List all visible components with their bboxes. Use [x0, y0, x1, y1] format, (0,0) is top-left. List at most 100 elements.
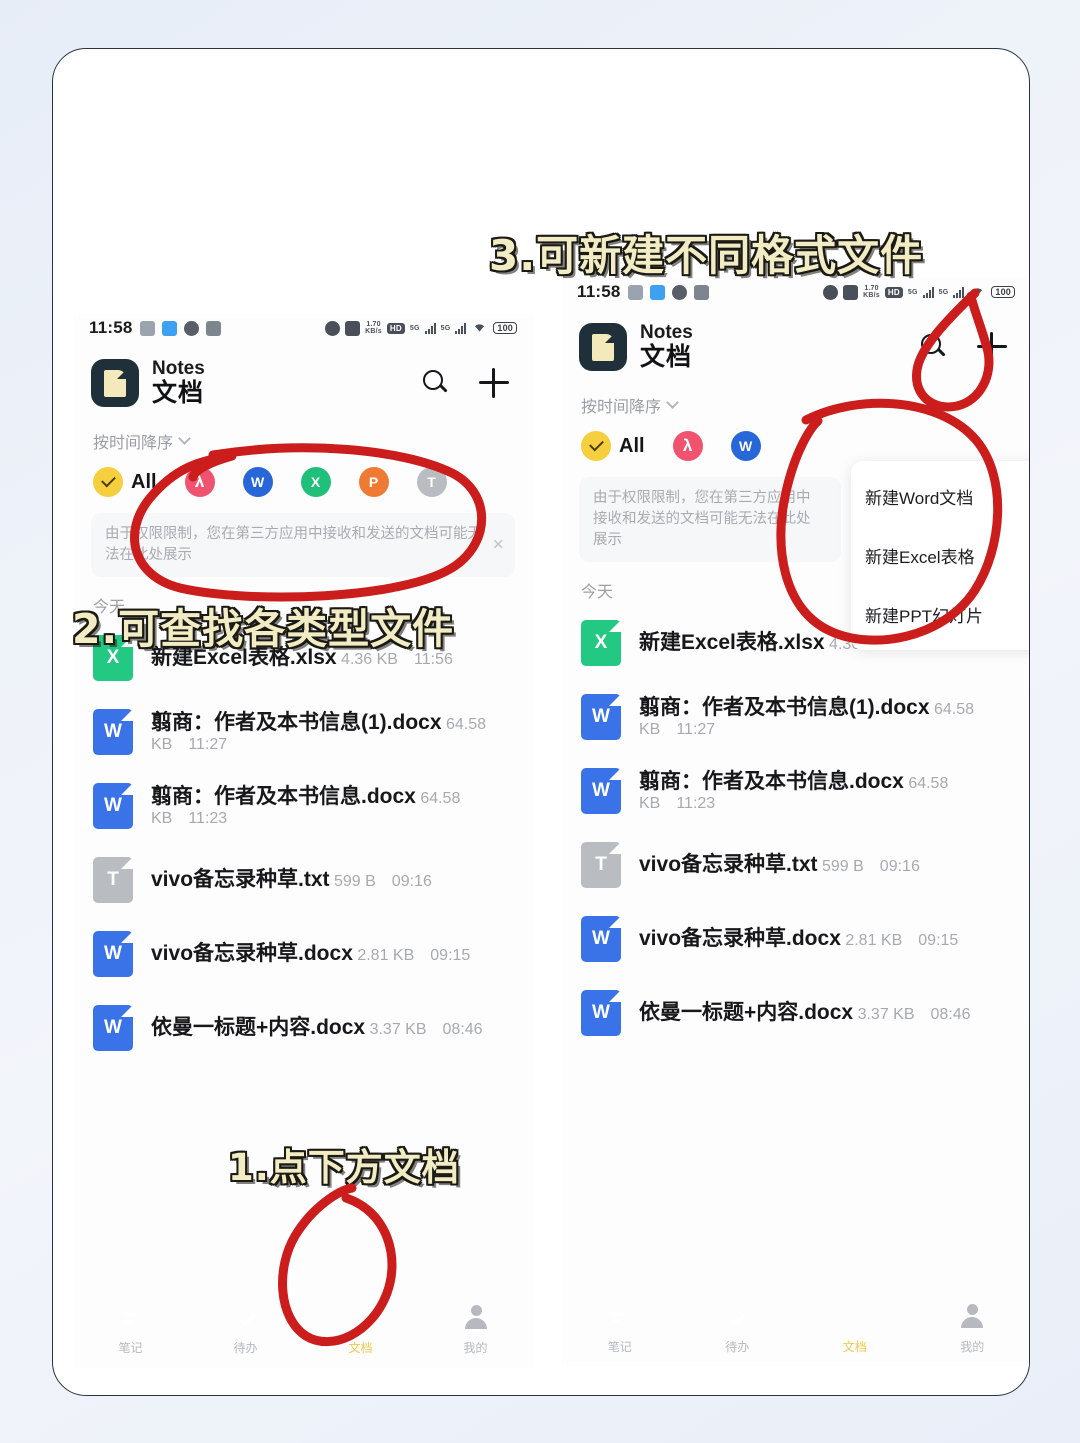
file-time: 11:27: [188, 736, 228, 754]
phone-screenshot-left: 11:58 1.70 KB/s HD 5G 5G 100 Notes 文档 按时…: [73, 313, 533, 1368]
tab-mine[interactable]: 我的: [418, 1305, 533, 1356]
menu-item-new-word[interactable]: 新建Word文档: [851, 467, 1029, 526]
mute-icon: [843, 284, 859, 300]
file-time: 09:15: [430, 946, 471, 964]
file-list-item[interactable]: W vivo备忘录种草.docx 2.81 KB 09:15: [581, 902, 1011, 976]
battery-icon: 100: [991, 286, 1015, 298]
tab-label: 我的: [960, 1340, 985, 1354]
file-list-item[interactable]: T vivo备忘录种草.txt 599 B 09:16: [581, 828, 1011, 902]
wifi-icon: [471, 318, 488, 338]
header-actions: [921, 332, 1013, 362]
permission-notice-text: 由于权限限制，您在第三方应用中接收和发送的文档可能无法在此处展示: [105, 526, 482, 564]
file-list-item[interactable]: W 依曼一标题+内容.docx 3.37 KB 08:46: [581, 976, 1011, 1050]
tab-todo[interactable]: 待办: [679, 1304, 797, 1355]
permission-notice-banner: 由于权限限制，您在第三方应用中接收和发送的文档可能无法在此处展示: [579, 477, 841, 563]
filter-chip-all[interactable]: All: [93, 467, 157, 497]
word-icon[interactable]: W: [730, 431, 761, 461]
word-file-icon: W: [581, 990, 621, 1037]
tab-docs[interactable]: 文档: [796, 1304, 914, 1355]
ppt-icon[interactable]: P: [358, 467, 389, 497]
pdf-icon[interactable]: λ: [184, 467, 215, 497]
word-file-icon: W: [93, 1005, 133, 1052]
file-size: 2.81 KB: [845, 931, 903, 949]
file-name: vivo备忘录种草.txt: [151, 867, 330, 891]
file-size: 3.37 KB: [857, 1005, 915, 1023]
file-list-item[interactable]: T vivo备忘录种草.txt 599 B 09:16: [93, 843, 513, 917]
chevron-down-icon: [666, 396, 679, 409]
app-title-group: Notes 文档: [152, 359, 205, 407]
filter-chip-row: All λ W X P T: [73, 453, 533, 497]
file-name: 翦商：作者及本书信息(1).docx: [639, 695, 930, 719]
hd-icon: HD: [386, 322, 405, 334]
signal-sim1-label: 5G: [907, 288, 918, 296]
check-icon: [93, 467, 123, 497]
word-file-icon: W: [93, 709, 133, 756]
notes-app-icon: [91, 359, 139, 407]
filter-chip-all[interactable]: All: [581, 431, 645, 461]
status-bar-left-group: 11:58: [89, 318, 221, 338]
data-rate-icon: 1.70 KB/s: [863, 285, 880, 299]
app-blue-icon: [649, 284, 665, 300]
search-icon[interactable]: [423, 370, 449, 396]
file-time: 09:16: [391, 872, 432, 890]
annotation-caption-step1: 1.点下方文档: [228, 1146, 460, 1189]
txt-icon[interactable]: T: [416, 467, 447, 497]
file-size: 3.37 KB: [369, 1020, 427, 1038]
chat-icon: [183, 320, 199, 336]
tab-notes[interactable]: 笔记: [73, 1305, 188, 1356]
tab-notes[interactable]: 笔记: [561, 1304, 679, 1355]
file-list-left: X 新建Excel表格.xlsx 4.36 KB 11:56 W 翦商：作者及本书…: [73, 617, 533, 1065]
txt-file-icon: T: [93, 857, 133, 904]
file-list-item[interactable]: W 依曼一标题+内容.docx 3.37 KB 08:46: [93, 991, 513, 1065]
app-title-group: Notes 文档: [640, 323, 693, 371]
file-size: 599 B: [333, 872, 376, 890]
person-icon: [463, 1305, 489, 1331]
sort-selector[interactable]: 按时间降序: [73, 411, 533, 453]
file-name: 新建Excel表格.xlsx: [639, 630, 825, 654]
app-name-en: Notes: [640, 322, 693, 344]
search-icon[interactable]: [921, 334, 947, 360]
menu-item-new-ppt[interactable]: 新建PPT幻灯片: [851, 585, 1029, 644]
file-list-item[interactable]: W vivo备忘录种草.docx 2.81 KB 09:15: [93, 917, 513, 991]
file-name: vivo备忘录种草.docx: [151, 941, 353, 965]
word-icon[interactable]: W: [242, 467, 273, 497]
status-bar-time: 11:58: [577, 282, 621, 301]
app-header-left: Notes 文档: [73, 343, 533, 411]
app-name-cn: 文档: [152, 378, 205, 407]
gallery-icon: [693, 284, 709, 300]
file-list-item[interactable]: W 翦商：作者及本书信息(1).docx 64.58 KB 11:27: [93, 695, 513, 769]
file-list-item[interactable]: W 翦商：作者及本书信息.docx 64.58 KB 11:23: [581, 754, 1011, 828]
excel-icon[interactable]: X: [300, 467, 331, 497]
plus-icon[interactable]: [977, 332, 1007, 362]
file-name: 翦商：作者及本书信息.docx: [151, 784, 416, 808]
chat-icon: [671, 284, 687, 300]
tab-todo[interactable]: 待办: [188, 1305, 303, 1356]
file-size: 599 B: [821, 857, 864, 875]
close-icon[interactable]: ✕: [492, 538, 505, 553]
signal-sim2-label: 5G: [938, 288, 949, 296]
file-list-item[interactable]: W 翦商：作者及本书信息.docx 64.58 KB 11:23: [93, 769, 513, 843]
signal-sim2-icon: [455, 322, 467, 334]
file-time: 11:23: [188, 810, 228, 828]
person-icon: [959, 1304, 985, 1330]
status-bar-right-group: 1.70 KB/s HD 5G 5G 100: [823, 282, 1015, 302]
file-list-item[interactable]: W 翦商：作者及本书信息(1).docx 64.58 KB 11:27: [581, 680, 1011, 754]
file-list-right: X 新建Excel表格.xlsx 4.36 KB11:56 W 翦商：作者及本书…: [561, 602, 1029, 1050]
pdf-icon[interactable]: λ: [672, 431, 703, 461]
phone-screenshot-right: 11:58 1.70 KB/s HD 5G 5G 100 Notes 文档 按时…: [561, 277, 1030, 1367]
tab-mine[interactable]: 我的: [914, 1304, 1030, 1355]
tab-label: 待办: [725, 1340, 750, 1354]
plus-icon[interactable]: [479, 368, 509, 398]
filter-all-label: All: [619, 434, 645, 457]
menu-item-new-excel[interactable]: 新建Excel表格: [851, 526, 1029, 585]
signal-sim1-label: 5G: [409, 324, 420, 332]
tab-label: 笔记: [118, 1341, 143, 1355]
hd-icon: HD: [884, 286, 903, 298]
tab-docs[interactable]: 文档: [303, 1305, 418, 1356]
filter-all-label: All: [131, 470, 157, 493]
word-file-icon: W: [581, 916, 621, 963]
permission-notice-banner: 由于权限限制，您在第三方应用中接收和发送的文档可能无法在此处展示 ✕: [91, 513, 515, 578]
file-time: 08:46: [442, 1020, 483, 1038]
new-file-menu: 新建Word文档 新建Excel表格 新建PPT幻灯片: [851, 461, 1029, 650]
sort-selector[interactable]: 按时间降序: [561, 375, 1029, 417]
